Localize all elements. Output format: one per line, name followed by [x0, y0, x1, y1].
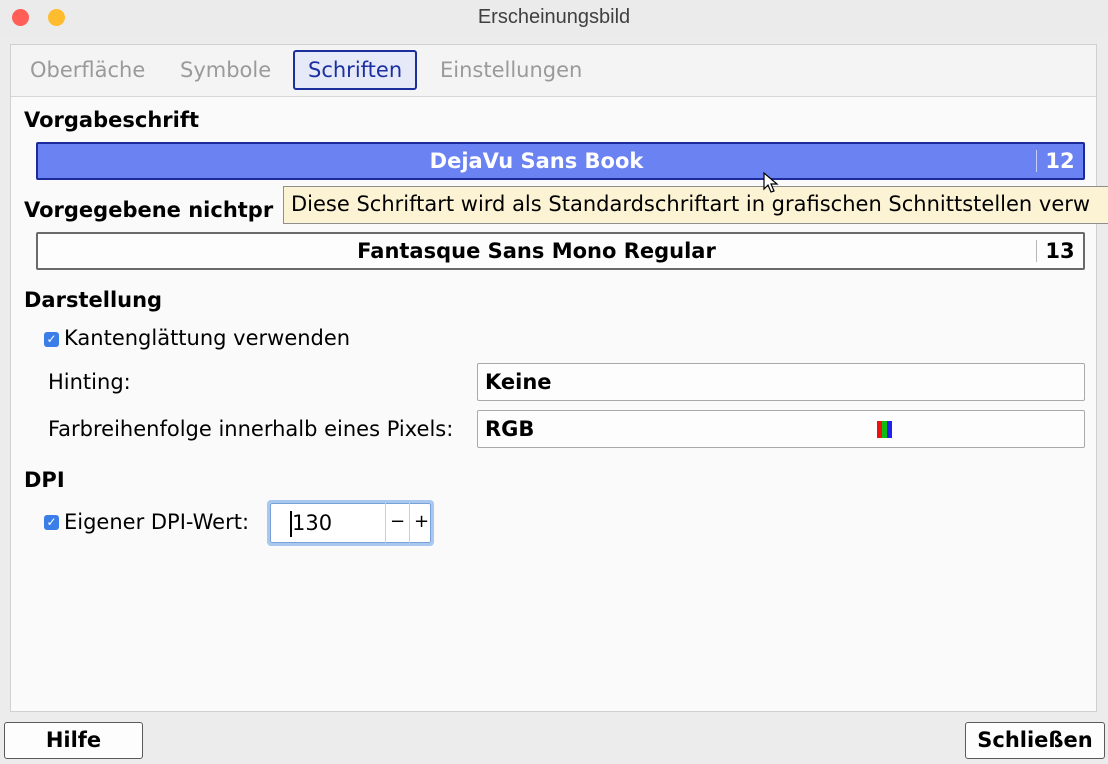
hinting-value: Keine: [485, 370, 552, 394]
default-font-heading: Vorgabeschrift: [24, 108, 199, 132]
antialias-label: Kantenglättung verwenden: [64, 326, 351, 350]
monospace-font-heading: Vorgegebene nichtpr: [24, 198, 274, 222]
default-font-name: DejaVu Sans Book: [429, 149, 644, 173]
dpi-decrement-button[interactable]: −: [385, 503, 409, 543]
custom-dpi-checkbox[interactable]: ✓: [44, 515, 59, 530]
tab-symbole[interactable]: Symbole: [166, 50, 285, 90]
hinting-select[interactable]: Keine: [477, 363, 1085, 401]
dpi-increment-button[interactable]: +: [409, 503, 433, 543]
antialias-checkbox[interactable]: ✓: [44, 332, 59, 347]
settings-panel: Oberfläche Symbole Schriften Einstellung…: [10, 44, 1097, 712]
dpi-heading: DPI: [24, 468, 65, 492]
subpixel-order-value: RGB: [485, 417, 535, 441]
monospace-font-button[interactable]: Fantasque Sans Mono Regular 13: [36, 232, 1085, 270]
tab-schriften[interactable]: Schriften: [293, 50, 418, 90]
tab-einstellungen[interactable]: Einstellungen: [426, 50, 596, 90]
check-icon: ✓: [46, 332, 57, 346]
window-title: Erscheinungsbild: [477, 6, 631, 28]
dpi-spinbutton[interactable]: 130 − +: [267, 500, 434, 546]
custom-dpi-label: Eigener DPI-Wert:: [64, 510, 250, 534]
mouse-pointer-icon: [763, 172, 779, 193]
default-font-size: 12: [1036, 150, 1083, 172]
title-bar: Erscheinungsbild: [0, 0, 1108, 36]
monospace-font-name: Fantasque Sans Mono Regular: [357, 239, 716, 263]
close-button[interactable]: Schließen: [965, 722, 1105, 759]
subpixel-order-select[interactable]: RGB: [477, 410, 1085, 448]
font-tooltip: Diese Schriftart wird als Standardschrif…: [283, 186, 1108, 224]
rgb-swatch-icon: [877, 421, 892, 438]
tab-oberflaeche[interactable]: Oberfläche: [16, 50, 159, 90]
rendering-heading: Darstellung: [24, 288, 163, 312]
dpi-value-input[interactable]: 130: [292, 511, 332, 535]
monospace-font-size: 13: [1036, 240, 1083, 262]
default-font-button[interactable]: DejaVu Sans Book 12: [36, 142, 1085, 180]
help-button[interactable]: Hilfe: [4, 722, 143, 759]
hinting-label: Hinting:: [48, 370, 131, 394]
tab-bar: Oberfläche Symbole Schriften Einstellung…: [11, 45, 1096, 97]
check-icon: ✓: [46, 515, 57, 529]
subpixel-order-label: Farbreihenfolge innerhalb eines Pixels:: [48, 417, 454, 441]
